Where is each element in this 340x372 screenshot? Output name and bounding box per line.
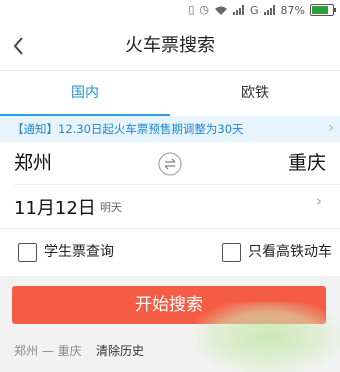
high-speed-only-label[interactable]: 只看高铁动车 <box>248 243 332 262</box>
history-route[interactable]: 郑州 — 重庆 <box>14 342 82 359</box>
divider <box>0 228 340 229</box>
clear-history-button[interactable]: 清除历史 <box>96 342 144 359</box>
battery-level <box>312 6 328 14</box>
page-title: 火车票搜索 <box>125 35 215 56</box>
chevron-right-icon: › <box>328 120 334 136</box>
vibrate-icon: ▯ <box>188 3 195 16</box>
notice-banner[interactable]: 【通知】12.30日起火车票预售期调整为30天 › <box>0 116 340 142</box>
network-type-label: G <box>250 3 259 17</box>
notice-text: 【通知】12.30日起火车票预售期调整为30天 <box>12 122 244 136</box>
back-button[interactable] <box>8 30 32 62</box>
signal-icon <box>263 5 275 15</box>
chevron-right-icon[interactable]: › <box>316 192 322 210</box>
high-speed-only-checkbox[interactable] <box>222 243 241 262</box>
divider <box>14 184 340 185</box>
tab-domestic[interactable]: 国内 <box>0 71 170 115</box>
tab-bar: 国内 欧铁 <box>0 70 340 117</box>
departure-date[interactable]: 11月12日 <box>14 194 96 220</box>
student-ticket-label[interactable]: 学生票查询 <box>44 243 114 262</box>
student-ticket-checkbox[interactable] <box>18 243 37 262</box>
status-bar: ▯ ◷ G 87% <box>0 0 340 22</box>
swap-icon <box>158 152 182 176</box>
nav-bar: 火车票搜索 <box>0 22 340 70</box>
tab-europe[interactable]: 欧铁 <box>170 71 340 115</box>
status-icons: ▯ ◷ G 87% <box>188 3 336 17</box>
chevron-left-icon <box>13 37 23 55</box>
battery-percent: 87% <box>280 3 305 17</box>
wifi-icon <box>215 6 228 15</box>
battery-icon <box>310 4 336 16</box>
from-city[interactable]: 郑州 <box>14 148 52 175</box>
date-weekday: 明天 <box>100 201 122 214</box>
alarm-icon: ◷ <box>199 3 210 16</box>
swap-button[interactable] <box>156 150 184 178</box>
signal-icon <box>233 5 245 15</box>
watermark <box>196 302 340 372</box>
to-city[interactable]: 重庆 <box>288 148 326 175</box>
